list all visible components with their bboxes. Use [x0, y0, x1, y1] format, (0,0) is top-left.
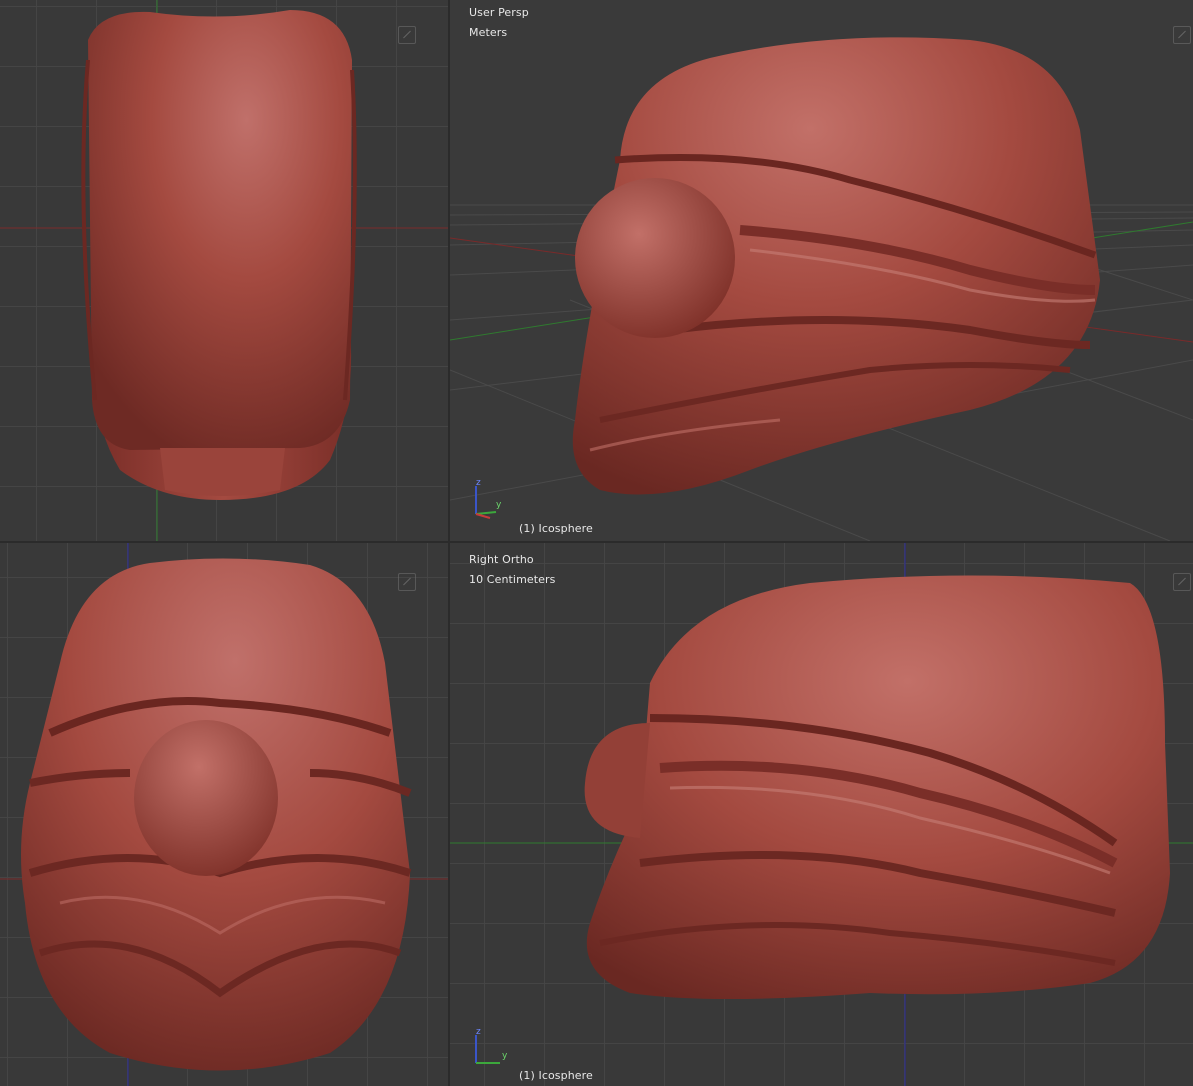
viewport-bottom-left[interactable]	[0, 543, 448, 1086]
units-label: Meters	[469, 26, 508, 39]
object-name-label: (1) Icosphere	[519, 522, 593, 535]
units-label: 10 Centimeters	[469, 573, 556, 586]
axis-y-label: y	[502, 1051, 508, 1061]
viewport-bottom-right[interactable]: Right Ortho 10 Centimeters z y (1) Icosp…	[450, 543, 1193, 1086]
viewport-top-right[interactable]: User Persp Meters z y (1) Icosphere	[450, 0, 1193, 541]
axis-gizmo-icon	[475, 486, 497, 519]
object-name-label: (1) Icosphere	[519, 1069, 593, 1082]
viewport-split-icon[interactable]	[1173, 26, 1191, 44]
sculpt-view-back	[0, 0, 448, 541]
axis-z-label: z	[476, 1027, 481, 1037]
sculpt-view-perspective	[450, 37, 1193, 541]
sculpt-view-front	[0, 543, 448, 1086]
view-name-label: Right Ortho	[469, 553, 534, 566]
viewport-split-icon[interactable]	[398, 26, 416, 44]
view-name-label: User Persp	[469, 6, 529, 19]
axis-z-label: z	[476, 478, 481, 488]
sculpt-view-right	[450, 543, 1193, 1086]
viewport-split-icon[interactable]	[1173, 573, 1191, 591]
viewport-split-icon[interactable]	[398, 573, 416, 591]
viewport-top-left[interactable]	[0, 0, 448, 541]
axis-y-label: y	[496, 500, 502, 510]
